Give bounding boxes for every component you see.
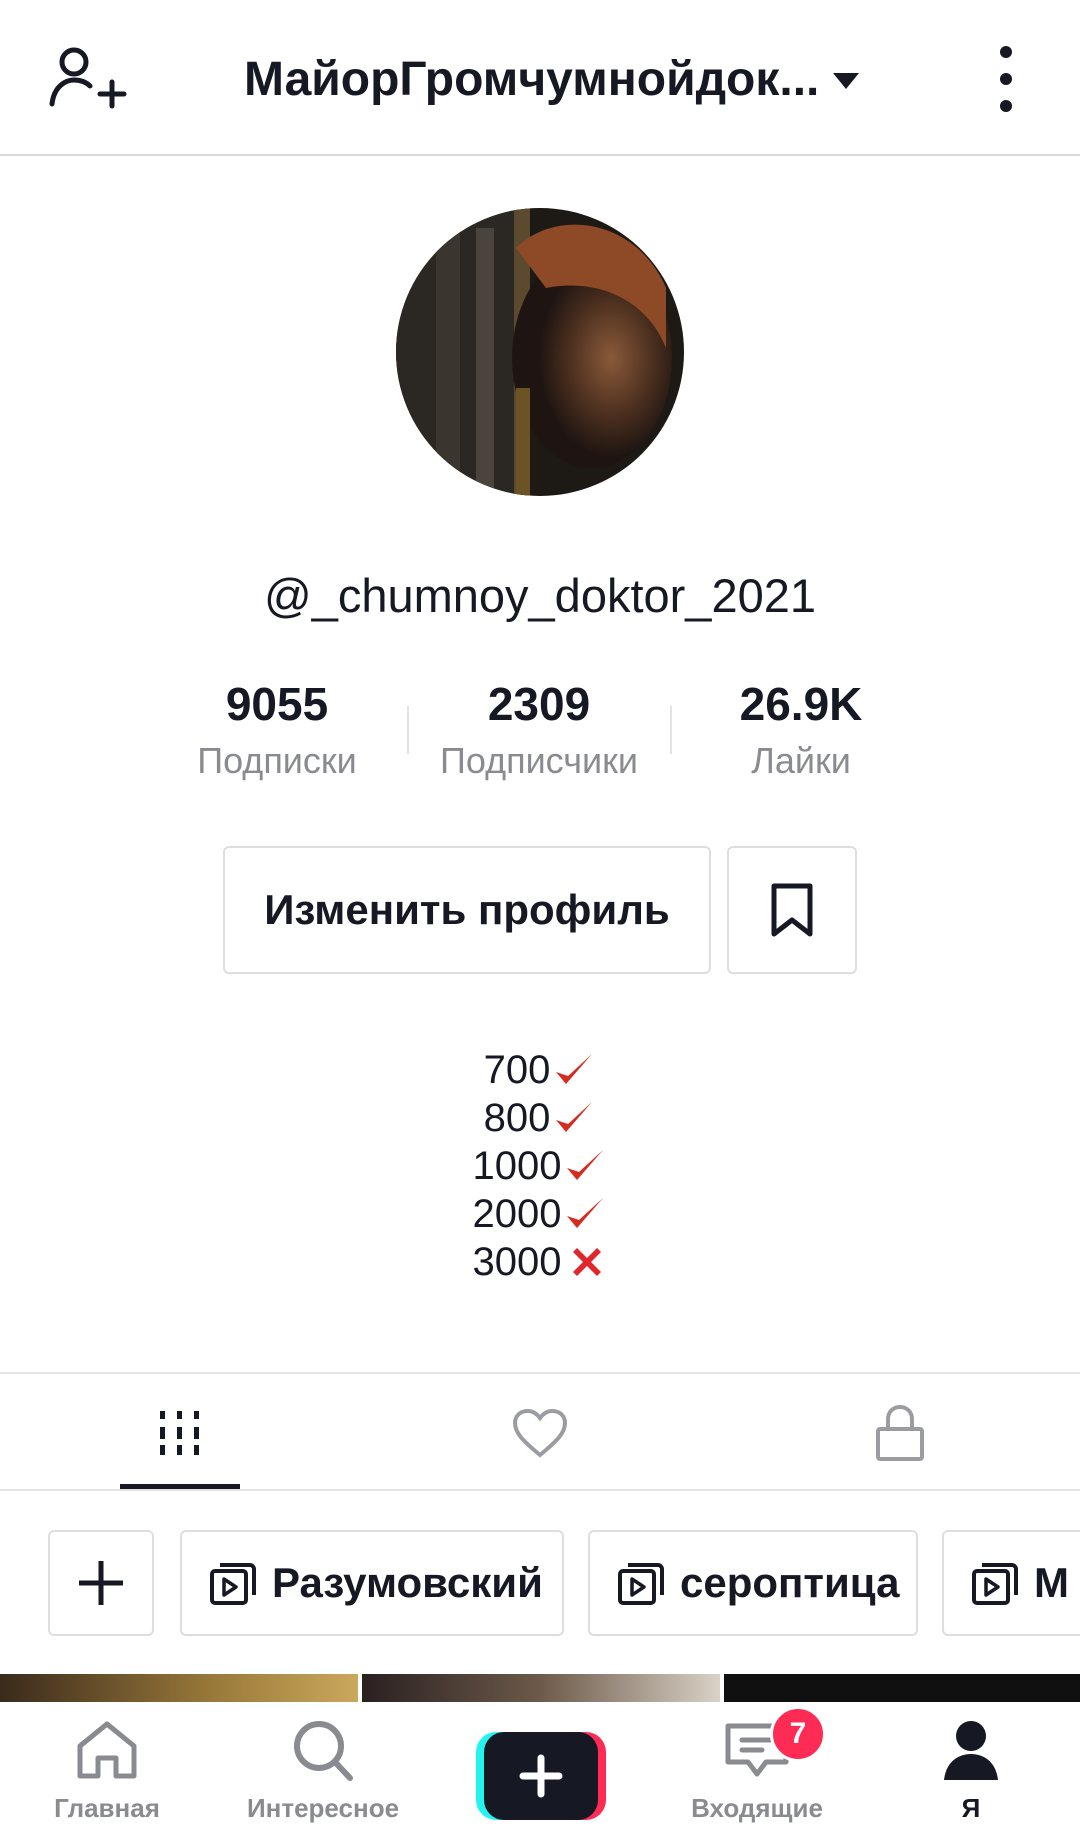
grid-icon — [160, 1411, 199, 1455]
stat-followers[interactable]: 2309 Подписчики — [414, 676, 664, 782]
nav-profile[interactable]: Я — [871, 1718, 1071, 1824]
heart-icon — [512, 1408, 568, 1458]
home-icon — [77, 1721, 137, 1779]
add-user-icon[interactable] — [48, 44, 128, 114]
notification-badge: 7 — [770, 1706, 826, 1762]
stat-following[interactable]: 9055 Подписки — [152, 676, 402, 782]
bio-line: 2000 — [0, 1190, 1080, 1238]
bio-line: 1000 — [0, 1142, 1080, 1190]
more-vertical-icon[interactable] — [988, 42, 1024, 116]
playlist-label: М — [1034, 1559, 1069, 1606]
playlist-chip[interactable]: М — [942, 1530, 1080, 1636]
nav-label: Главная — [54, 1793, 160, 1823]
video-thumbnail[interactable] — [0, 1674, 358, 1702]
playlist-label: Разумовский — [272, 1559, 543, 1606]
stat-label: Подписки — [197, 740, 357, 781]
tab-private[interactable] — [780, 1378, 1020, 1488]
favorites-button[interactable] — [727, 846, 857, 974]
avatar[interactable] — [396, 208, 684, 496]
video-thumbnail[interactable] — [724, 1674, 1080, 1702]
lock-icon — [876, 1404, 924, 1461]
search-icon — [294, 1721, 353, 1781]
playlist-label: сероптица — [680, 1559, 900, 1606]
create-plus-icon — [476, 1732, 606, 1820]
plus-icon — [79, 1561, 123, 1605]
check-mark-icon — [567, 1150, 604, 1180]
bio-line: 800 — [0, 1094, 1080, 1142]
stat-value: 2309 — [487, 678, 591, 730]
add-playlist-button[interactable] — [48, 1530, 154, 1636]
bio-line-text: 1000 — [472, 1144, 562, 1188]
profile-icon — [944, 1721, 998, 1780]
nav-label: Интересное — [246, 1793, 400, 1823]
playlist-icon — [210, 1563, 256, 1605]
stat-divider — [407, 706, 409, 754]
playlist-icon — [972, 1563, 1018, 1605]
tab-liked[interactable] — [420, 1378, 660, 1488]
nav-home[interactable]: Главная — [7, 1718, 207, 1824]
bio-line-text: 800 — [483, 1096, 551, 1140]
playlist-icon — [618, 1563, 664, 1605]
bio-line-text: 3000 — [472, 1240, 562, 1284]
video-thumbnail[interactable] — [362, 1674, 720, 1702]
stat-value: 26.9K — [739, 678, 863, 730]
stat-label: Лайки — [751, 740, 851, 781]
stat-value: 9055 — [225, 678, 329, 730]
bio-line: 700 — [0, 1046, 1080, 1094]
tab-videos[interactable] — [60, 1378, 300, 1488]
nav-label: Входящие — [691, 1793, 823, 1823]
check-mark-icon — [556, 1054, 593, 1084]
bio-line-text: 700 — [483, 1048, 551, 1092]
nav-label: Я — [961, 1793, 981, 1823]
check-mark-icon — [567, 1198, 604, 1228]
caret-down-icon — [833, 73, 860, 89]
cross-mark-icon — [573, 1248, 602, 1276]
playlist-chip[interactable]: Разумовский — [180, 1530, 564, 1636]
bio: 700 800 1000 2000 3000 — [0, 1046, 1080, 1286]
stat-label: Подписчики — [439, 740, 639, 781]
bookmark-icon — [771, 883, 813, 937]
nav-inbox[interactable]: Входящие — [657, 1718, 857, 1824]
account-name: МайорГромчумнойдок... — [244, 52, 820, 106]
stat-divider — [670, 706, 672, 754]
tabs-divider — [0, 1489, 1080, 1491]
playlist-chip[interactable]: сероптица — [588, 1530, 918, 1636]
stat-likes[interactable]: 26.9K Лайки — [676, 676, 926, 782]
tabs-divider — [0, 1372, 1080, 1374]
create-button[interactable] — [476, 1732, 606, 1820]
account-switcher[interactable]: МайорГромчумнойдок... — [244, 44, 860, 114]
bio-line: 3000 — [0, 1238, 1080, 1286]
username: @_chumnoy_doktor_2021 — [263, 569, 817, 622]
nav-discover[interactable]: Интересное — [223, 1718, 423, 1824]
check-mark-icon — [556, 1102, 593, 1132]
edit-profile-button[interactable]: Изменить профиль — [223, 846, 711, 974]
bio-line-text: 2000 — [472, 1192, 562, 1236]
